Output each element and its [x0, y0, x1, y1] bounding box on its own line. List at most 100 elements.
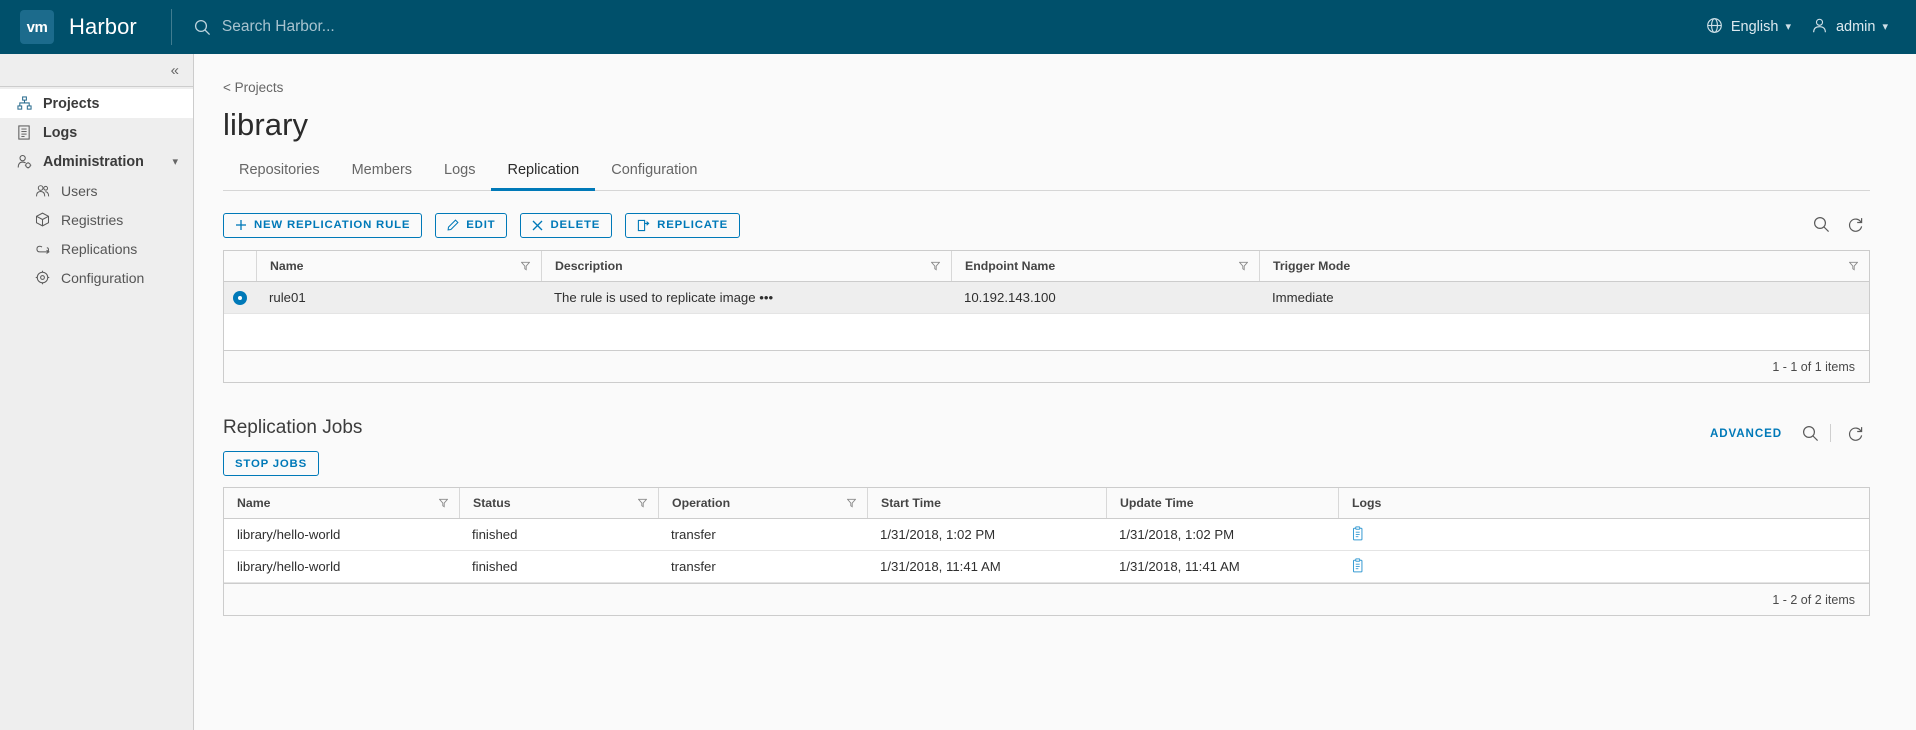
new-replication-rule-label: NEW REPLICATION RULE	[254, 219, 411, 231]
collapse-sidebar-button[interactable]: «	[0, 54, 193, 87]
sidebar: « Projects Logs Administration ▾ Users R…	[0, 54, 194, 730]
cell-start-time: 1/31/2018, 1:02 PM	[880, 527, 996, 542]
breadcrumb[interactable]: < Projects	[223, 80, 1870, 95]
table-header-row: Name Status Operation Start Time Update …	[224, 488, 1869, 519]
clipboard-log-icon[interactable]	[1351, 557, 1365, 576]
edit-label: EDIT	[466, 219, 496, 231]
close-icon	[532, 220, 550, 231]
cell-operation: transfer	[671, 559, 716, 574]
filter-icon[interactable]	[930, 261, 941, 271]
page-title: library	[223, 107, 309, 142]
table-row[interactable]: library/hello-world finished transfer 1/…	[224, 551, 1869, 583]
brand-logo-area[interactable]: vm Harbor	[0, 0, 137, 54]
advanced-search-button[interactable]: ADVANCED	[1710, 427, 1782, 440]
tab-replication[interactable]: Replication	[491, 157, 596, 191]
column-label: Status	[473, 496, 511, 510]
column-header-name: Name	[256, 251, 541, 281]
table-header-row: Name Description Endpoint Name Trigger M…	[224, 251, 1869, 282]
sidebar-item-label: Logs	[43, 124, 78, 141]
filter-icon[interactable]	[637, 498, 648, 508]
replication-jobs-header: Replication Jobs ADVANCED	[223, 417, 1870, 442]
jobs-toolbar-icons: ADVANCED	[1710, 418, 1870, 448]
column-header-update-time: Update Time	[1106, 488, 1338, 518]
sidebar-item-administration[interactable]: Administration ▾	[0, 147, 193, 176]
row-radio-button[interactable]	[224, 290, 256, 305]
pencil-icon	[447, 219, 466, 231]
replicate-button[interactable]: REPLICATE	[625, 212, 741, 238]
app-header: vm Harbor Search Harbor... English ▾ adm…	[0, 0, 1916, 54]
filter-icon[interactable]	[1238, 261, 1249, 271]
stop-jobs-label: STOP JOBS	[235, 457, 307, 470]
replicate-icon	[637, 219, 657, 232]
cell-endpoint-name: 10.192.143.100	[964, 290, 1056, 305]
language-selector[interactable]: English ▾	[1696, 0, 1801, 54]
column-label: Name	[237, 496, 271, 510]
sidebar-item-label: Registries	[61, 211, 124, 228]
clipboard-log-icon[interactable]	[1351, 525, 1365, 544]
sidebar-item-logs[interactable]: Logs	[0, 118, 193, 147]
cell-status: finished	[472, 559, 518, 574]
user-icon	[1811, 17, 1828, 38]
main-content: < Projects library Repositories Members …	[194, 54, 1916, 730]
sidebar-item-label: Replications	[61, 240, 138, 257]
filter-icon[interactable]	[520, 261, 531, 271]
cell-logs	[1338, 519, 1869, 550]
tab-repositories[interactable]: Repositories	[223, 157, 336, 191]
brand-title: Harbor	[69, 14, 137, 39]
table-row[interactable]: rule01 The rule is used to replicate ima…	[224, 282, 1869, 314]
tab-members[interactable]: Members	[336, 157, 428, 191]
cell-name: library/hello-world	[237, 559, 341, 574]
header-divider	[170, 9, 172, 45]
refresh-icon[interactable]	[1840, 418, 1870, 448]
search-icon[interactable]	[1795, 418, 1825, 448]
new-replication-rule-button[interactable]: NEW REPLICATION RULE	[223, 212, 423, 238]
header-right-actions: English ▾ admin ▾	[1696, 0, 1898, 54]
column-label: Logs	[1352, 496, 1382, 510]
edit-button[interactable]: EDIT	[435, 212, 508, 238]
table-row[interactable]: library/hello-world finished transfer 1/…	[224, 519, 1869, 551]
refresh-icon[interactable]	[1840, 209, 1870, 239]
replications-icon	[35, 242, 53, 256]
plus-icon	[235, 219, 254, 231]
table-empty-space	[224, 314, 1869, 350]
logs-icon	[17, 125, 35, 140]
table-pagination: 1 - 2 of 2 items	[224, 583, 1869, 615]
sidebar-item-configuration[interactable]: Configuration	[0, 263, 193, 292]
search-icon[interactable]	[1806, 209, 1836, 239]
table-pagination: 1 - 1 of 1 items	[224, 350, 1869, 382]
users-icon	[35, 184, 53, 198]
user-label: admin	[1835, 19, 1876, 35]
search-icon	[194, 19, 211, 36]
sidebar-item-users[interactable]: Users	[0, 176, 193, 205]
search-input[interactable]: Search Harbor...	[194, 18, 335, 36]
cell-name: library/hello-world	[237, 527, 341, 542]
tab-configuration[interactable]: Configuration	[595, 157, 713, 191]
tab-logs[interactable]: Logs	[428, 157, 491, 191]
sidebar-item-label: Administration	[43, 153, 144, 170]
replication-jobs-table: Name Status Operation Start Time Update …	[223, 487, 1870, 616]
filter-icon[interactable]	[1848, 261, 1859, 271]
column-label: Endpoint Name	[965, 259, 1056, 273]
filter-icon[interactable]	[846, 498, 857, 508]
radio-selected-icon	[233, 290, 247, 305]
user-menu[interactable]: admin ▾	[1801, 0, 1898, 54]
stop-jobs-button[interactable]: STOP JOBS	[223, 451, 319, 476]
double-chevron-left-icon: «	[170, 61, 179, 79]
cell-operation: transfer	[671, 527, 716, 542]
sidebar-item-projects[interactable]: Projects	[0, 89, 193, 118]
chevron-down-icon: ▾	[1785, 20, 1791, 33]
sidebar-item-replications[interactable]: Replications	[0, 234, 193, 263]
column-label: Trigger Mode	[1273, 259, 1351, 273]
chevron-down-icon: ▾	[172, 156, 178, 168]
sidebar-item-registries[interactable]: Registries	[0, 205, 193, 234]
filter-icon[interactable]	[438, 498, 449, 508]
cell-update-time: 1/31/2018, 1:02 PM	[1119, 527, 1235, 542]
delete-label: DELETE	[550, 219, 601, 231]
cell-name: rule01	[269, 290, 306, 305]
rules-toolbar-icons	[1802, 209, 1870, 239]
sidebar-item-label: Projects	[43, 95, 100, 112]
project-tabs: Repositories Members Logs Replication Co…	[223, 157, 1870, 191]
replicate-label: REPLICATE	[657, 219, 729, 231]
delete-button[interactable]: DELETE	[520, 212, 613, 238]
column-header-start-time: Start Time	[867, 488, 1106, 518]
